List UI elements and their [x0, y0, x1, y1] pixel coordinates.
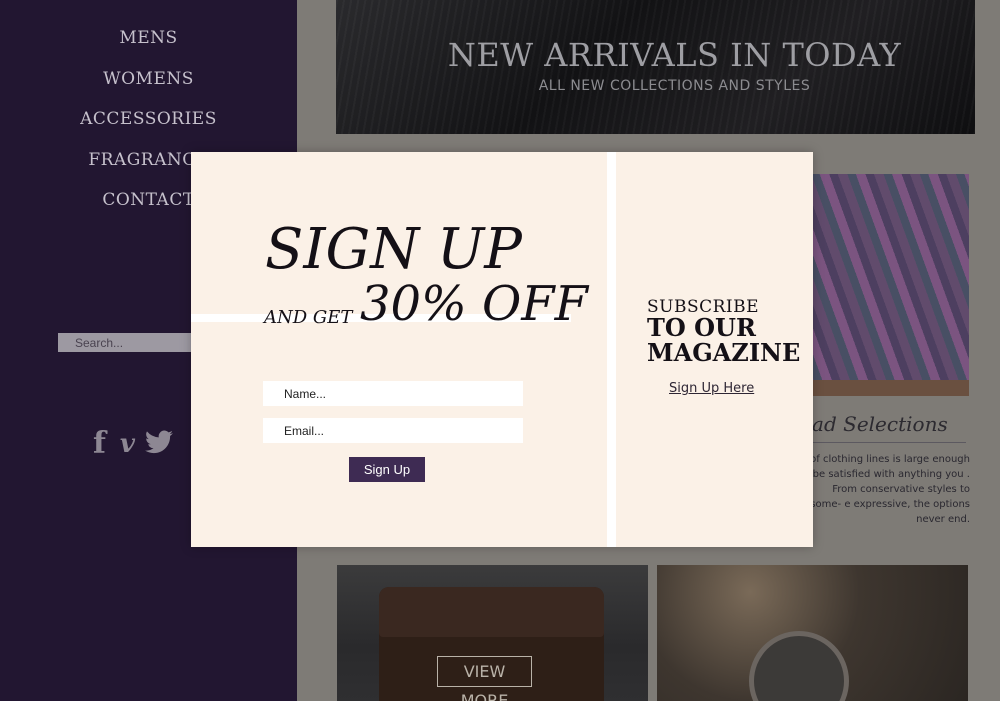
nav-item-accessories[interactable]: ACCESSORIES	[0, 107, 297, 148]
watch-image	[749, 631, 849, 701]
vine-icon[interactable]: v	[120, 429, 135, 459]
modal-vertical-divider	[607, 152, 616, 547]
hero-title: NEW ARRIVALS IN TODAY	[447, 36, 902, 74]
hero-banner: NEW ARRIVALS IN TODAY ALL NEW COLLECTION…	[336, 0, 975, 134]
email-field[interactable]	[263, 418, 523, 443]
signup-and-get: AND GET	[264, 307, 353, 328]
selections-heading: oad Selections	[800, 412, 948, 436]
nav-item-womens[interactable]: WOMENS	[0, 67, 297, 108]
hero-subtitle: ALL NEW COLLECTIONS AND STYLES	[538, 78, 811, 94]
watch-tile[interactable]	[657, 565, 968, 701]
selections-text: y of clothing lines is large enough be s…	[801, 454, 970, 525]
view-more-button[interactable]: VIEW MORE	[437, 656, 532, 701]
nav-item-mens[interactable]: MENS	[0, 26, 297, 67]
facebook-icon[interactable]: f	[93, 426, 106, 461]
name-field[interactable]	[263, 381, 523, 406]
social-links: f v	[93, 426, 174, 461]
bag-tile[interactable]: VIEW MORE	[337, 565, 648, 701]
ties-image-shelf	[810, 380, 969, 396]
signup-button[interactable]: Sign Up	[349, 457, 425, 482]
signup-title: SIGN UP	[265, 217, 522, 282]
selections-divider	[810, 442, 966, 443]
subscribe-magazine: MAGAZINE	[647, 338, 801, 367]
subscribe-signup-link[interactable]: Sign Up Here	[669, 381, 754, 396]
search-input[interactable]	[58, 333, 208, 352]
bag-flap-image	[379, 587, 604, 637]
subscribe-to-our: TO OUR	[647, 313, 756, 342]
ties-image	[810, 174, 969, 396]
twitter-icon[interactable]	[145, 429, 174, 458]
signup-discount: 30% OFF	[360, 276, 588, 332]
signup-modal: SIGN UP AND GET 30% OFF Sign Up SUBSCRIB…	[191, 152, 813, 547]
